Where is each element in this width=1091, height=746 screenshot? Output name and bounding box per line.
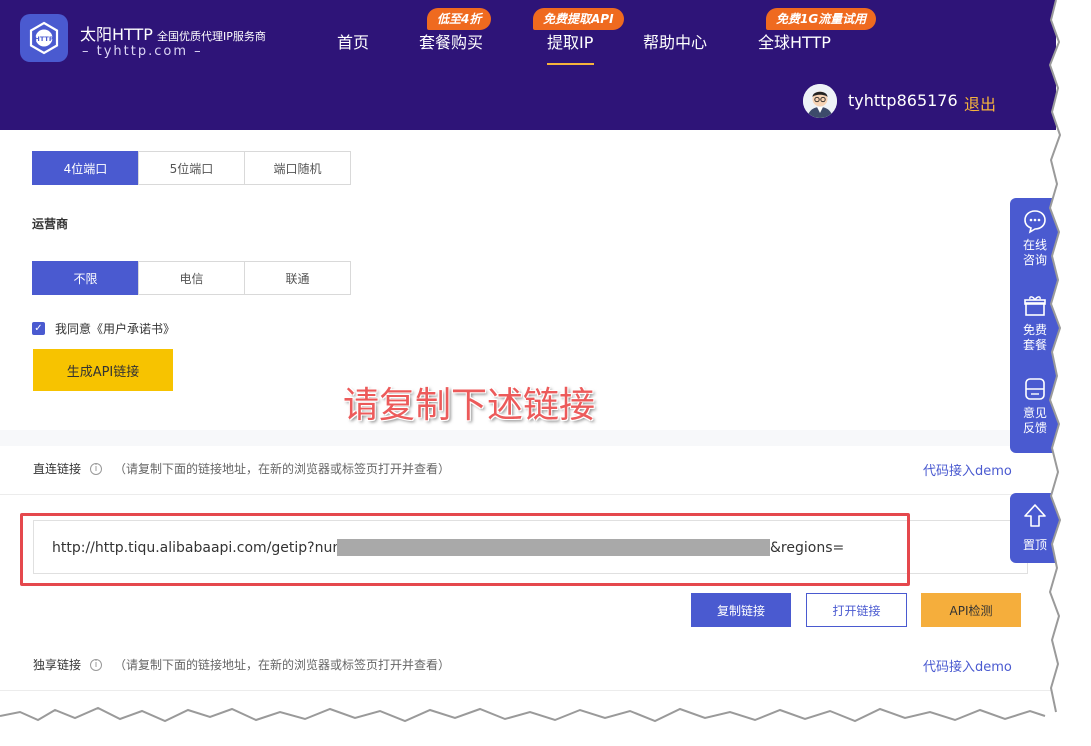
exclusive-link-hint: （请复制下面的链接地址，在新的浏览器或标签页打开并查看） xyxy=(114,658,451,672)
nav-badge-free-trial: 免费1G流量试用 xyxy=(766,8,877,30)
carrier-option-unicom[interactable]: 联通 xyxy=(244,261,351,295)
carrier-options: 不限 电信 联通 xyxy=(32,261,351,295)
section-divider xyxy=(0,430,1056,446)
agreement-checkbox[interactable]: ✓ xyxy=(32,322,45,335)
logo[interactable]: HTTP xyxy=(20,14,68,62)
port-option-4[interactable]: 4位端口 xyxy=(32,151,139,185)
nav-help-center[interactable]: 帮助中心 xyxy=(643,29,707,53)
direct-link-row: 直连链接 i （请复制下面的链接地址，在新的浏览器或标签页打开并查看） xyxy=(33,460,450,477)
info-icon: i xyxy=(90,658,103,671)
logo-icon: HTTP xyxy=(29,21,59,55)
brand-title: 太阳HTTP xyxy=(80,25,153,44)
avatar[interactable] xyxy=(803,84,837,118)
brand-name: 太阳HTTP 全国优质代理IP服务商 xyxy=(80,21,266,45)
direct-link-label: 直连链接 xyxy=(33,462,82,476)
carrier-option-any[interactable]: 不限 xyxy=(32,261,139,295)
copy-link-button[interactable]: 复制链接 xyxy=(691,593,791,627)
svg-text:HTTP: HTTP xyxy=(34,35,53,43)
annotation-text: 请复制下述链接 xyxy=(343,385,596,426)
nav-extract-ip[interactable]: 提取IP xyxy=(547,29,593,53)
nav-active-indicator xyxy=(547,63,594,65)
agreement-row: ✓ 我同意《用户承诺书》 xyxy=(32,320,175,337)
exclusive-link-row: 独享链接 i （请复制下面的链接地址，在新的浏览器或标签页打开并查看） xyxy=(33,656,450,673)
nav-packages[interactable]: 套餐购买 xyxy=(419,29,483,53)
nav-home[interactable]: 首页 xyxy=(337,29,369,53)
port-option-random[interactable]: 端口随机 xyxy=(244,151,351,185)
brand-slogan: 全国优质代理IP服务商 xyxy=(156,30,266,43)
exclusive-link-label: 独享链接 xyxy=(33,658,82,672)
divider-line xyxy=(0,690,1056,691)
api-check-button[interactable]: API检测 xyxy=(921,593,1021,627)
carrier-label: 运营商 xyxy=(32,217,69,231)
exclusive-link-demo[interactable]: 代码接入demo xyxy=(923,656,1012,675)
port-options: 4位端口 5位端口 端口随机 xyxy=(32,151,351,185)
avatar-icon xyxy=(803,84,837,118)
back-to-top-label: 置顶 xyxy=(1022,538,1047,552)
generate-api-button[interactable]: 生成API链接 xyxy=(33,349,173,391)
brand-domain: – tyhttp.com – xyxy=(82,44,203,59)
direct-link-hint: （请复制下面的链接地址，在新的浏览器或标签页打开并查看） xyxy=(114,462,451,476)
nav-global-http[interactable]: 全球HTTP xyxy=(758,29,831,53)
open-link-button[interactable]: 打开链接 xyxy=(806,593,907,627)
carrier-option-telecom[interactable]: 电信 xyxy=(138,261,245,295)
logout-link[interactable]: 退出 xyxy=(964,91,996,115)
torn-edge-bottom xyxy=(0,706,1091,746)
username: tyhttp865176 xyxy=(848,91,958,110)
nav-badge-discount: 低至4折 xyxy=(427,8,492,30)
nav-badge-free-api: 免费提取API xyxy=(533,8,624,30)
divider-line xyxy=(0,494,1056,495)
info-icon: i xyxy=(90,462,103,475)
port-option-5[interactable]: 5位端口 xyxy=(138,151,245,185)
agreement-text[interactable]: 我同意《用户承诺书》 xyxy=(55,320,175,337)
highlight-frame xyxy=(20,513,910,586)
direct-link-demo[interactable]: 代码接入demo xyxy=(923,460,1012,479)
top-header: HTTP 太阳HTTP 全国优质代理IP服务商 – tyhttp.com – 首页… xyxy=(0,0,1056,130)
torn-edge-right xyxy=(1048,0,1091,713)
